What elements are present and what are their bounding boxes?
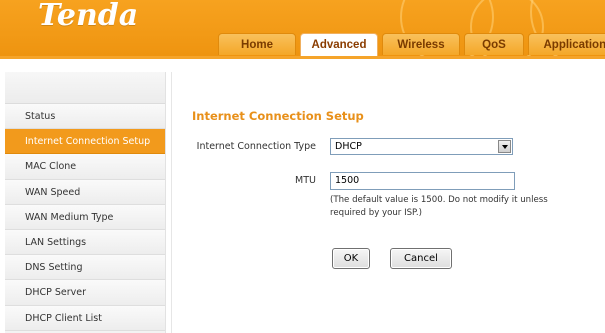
sidebar-item-lan-settings[interactable]: LAN Settings <box>5 229 165 256</box>
sidebar-header <box>5 72 165 104</box>
sidebar-item-dhcp-client-list[interactable]: DHCP Client List <box>5 305 165 331</box>
connection-type-select[interactable]: DHCP <box>330 138 513 155</box>
tenda-logo: Tenda <box>38 0 139 33</box>
sidebar-item-wan-speed[interactable]: WAN Speed <box>5 179 165 205</box>
sidebar-item-internet-connection-setup[interactable]: Internet Connection Setup <box>5 129 165 155</box>
header-banner: Tenda Home Advanced Wireless QoS Applica… <box>0 0 605 56</box>
page-title: Internet Connection Setup <box>192 109 364 123</box>
main-nav-tabs: Home Advanced Wireless QoS Applications <box>218 33 605 56</box>
mtu-hint: (The default value is 1500. Do not modif… <box>330 195 548 218</box>
tab-applications[interactable]: Applications <box>528 33 605 55</box>
content-divider <box>171 72 172 333</box>
mtu-label: MTU <box>295 175 316 186</box>
cancel-button[interactable]: Cancel <box>390 248 452 269</box>
mtu-input[interactable]: 1500 <box>330 172 515 190</box>
sidebar: Status Internet Connection Setup MAC Clo… <box>5 72 166 333</box>
dropdown-arrow-icon[interactable] <box>498 140 511 153</box>
tab-home[interactable]: Home <box>218 33 296 55</box>
connection-type-value: DHCP <box>335 141 362 152</box>
tab-qos[interactable]: QoS <box>464 33 524 55</box>
ok-button[interactable]: OK <box>332 248 370 269</box>
header-divider <box>0 56 605 59</box>
sidebar-item-mac-clone[interactable]: MAC Clone <box>5 154 165 180</box>
sidebar-item-status[interactable]: Status <box>5 104 165 130</box>
tab-wireless[interactable]: Wireless <box>382 33 460 55</box>
connection-type-label: Internet Connection Type <box>196 141 316 152</box>
sidebar-item-wan-medium-type[interactable]: WAN Medium Type <box>5 204 165 230</box>
sidebar-item-dhcp-server[interactable]: DHCP Server <box>5 280 165 306</box>
tab-advanced[interactable]: Advanced <box>300 33 378 56</box>
sidebar-item-dns-setting[interactable]: DNS Setting <box>5 255 165 281</box>
